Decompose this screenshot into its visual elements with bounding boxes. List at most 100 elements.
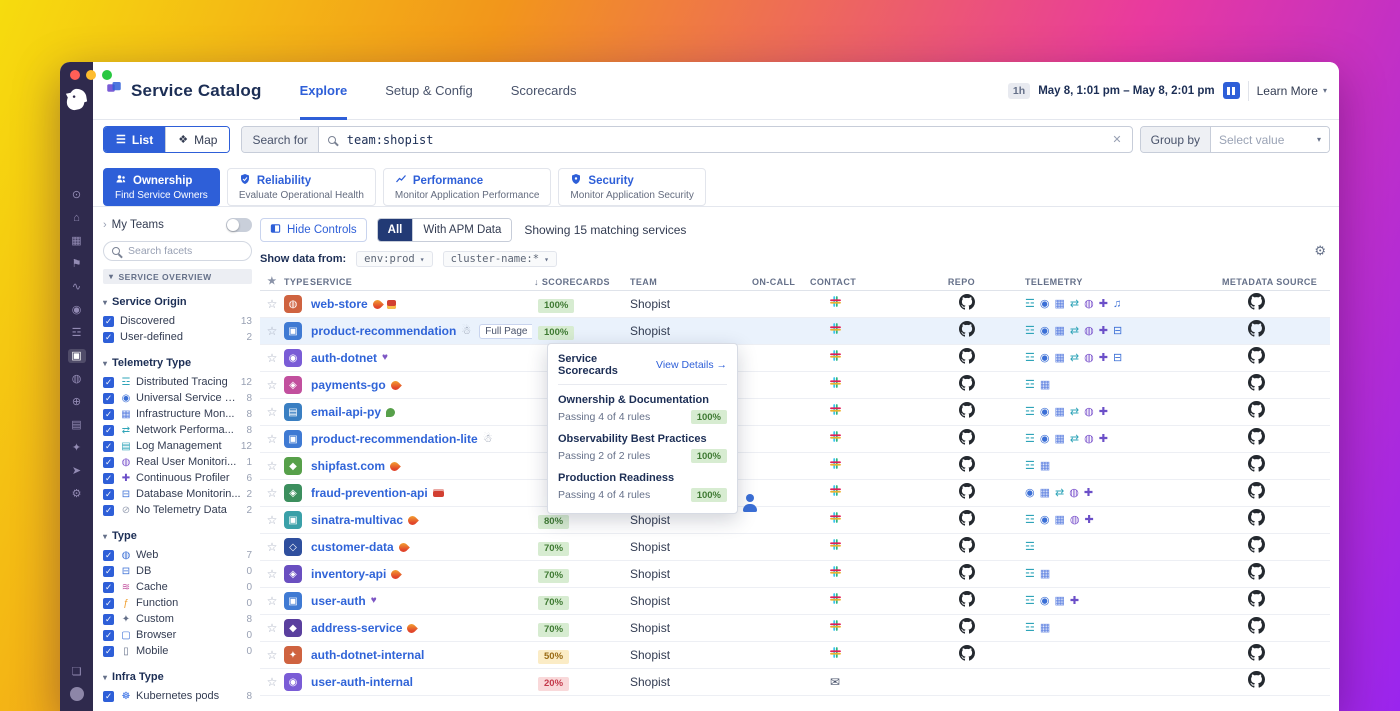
- profiling-telemetry-icon[interactable]: ✚: [1099, 298, 1108, 310]
- favorite-column-icon[interactable]: ★: [260, 276, 284, 287]
- checkbox-checked[interactable]: ✓: [103, 392, 114, 404]
- github-metadata-icon[interactable]: [1248, 482, 1265, 504]
- time-range-badge[interactable]: 1h: [1007, 82, 1031, 99]
- github-metadata-icon[interactable]: [1248, 617, 1265, 639]
- service-link[interactable]: user-auth-internal: [311, 675, 413, 689]
- service-link[interactable]: address-service: [311, 621, 402, 635]
- table-row-web-store[interactable]: ☆ ◍ web-store 100% Shopist ☲ ◉ ▦ ⇄ ◍ ✚ ♫: [260, 291, 1330, 318]
- table-row-customer-data[interactable]: ☆ ◇ customer-data 70% Shopist ☲: [260, 534, 1330, 561]
- metrics-icon[interactable]: ∿: [68, 280, 86, 294]
- checkbox-checked[interactable]: ✓: [103, 331, 114, 343]
- pause-button[interactable]: [1222, 82, 1240, 99]
- favorite-star-icon[interactable]: ☆: [260, 594, 284, 608]
- tracing-telemetry-icon[interactable]: ☲: [1025, 595, 1035, 607]
- favorite-star-icon[interactable]: ☆: [260, 486, 284, 500]
- data-filter-pill[interactable]: env:prod ▾: [356, 251, 433, 267]
- profiling-telemetry-icon[interactable]: ✚: [1099, 433, 1108, 445]
- checkbox-checked[interactable]: ✓: [103, 549, 114, 561]
- checkbox-checked[interactable]: ✓: [103, 315, 114, 327]
- favorite-star-icon[interactable]: ☆: [260, 324, 284, 338]
- rum-telemetry-icon[interactable]: ◍: [1084, 325, 1094, 337]
- facet-search-input[interactable]: [126, 244, 243, 258]
- table-row-product-recommendation-lite[interactable]: ☆ ▣ product-recommendation-lite ☃ ☲ ◉ ▦ ⇄ ◍ ✚: [260, 426, 1330, 453]
- infra-telemetry-icon[interactable]: ▦: [1054, 298, 1064, 310]
- checkbox-checked[interactable]: ✓: [103, 613, 114, 625]
- col-repo[interactable]: REPO: [870, 277, 975, 287]
- github-repo-icon[interactable]: [959, 563, 975, 585]
- facet-item[interactable]: ✓ ▦ Infrastructure Mon... 8: [103, 406, 252, 422]
- scorecard-badge[interactable]: 20%: [538, 676, 570, 691]
- tab-scorecards[interactable]: Scorecards: [511, 62, 577, 120]
- search-icon[interactable]: ⊙: [68, 188, 86, 202]
- favorite-star-icon[interactable]: ☆: [260, 621, 284, 635]
- facet-item[interactable]: ✓ ✚ Continuous Profiler 6: [103, 470, 252, 486]
- github-metadata-icon[interactable]: [1248, 536, 1265, 558]
- chat-icon[interactable]: ❏: [68, 665, 86, 679]
- infra-telemetry-icon[interactable]: ▦: [1054, 325, 1064, 337]
- database-telemetry-icon[interactable]: ⊟: [1113, 352, 1122, 364]
- security-icon[interactable]: ✦: [68, 441, 86, 455]
- checkbox-checked[interactable]: ✓: [103, 504, 114, 516]
- checkbox-checked[interactable]: ✓: [103, 645, 114, 657]
- infra-telemetry-icon[interactable]: ▦: [1040, 622, 1050, 634]
- usm-telemetry-icon[interactable]: ◉: [1040, 514, 1050, 526]
- facet-group-header[interactable]: ▾ Telemetry Type: [103, 357, 252, 369]
- scorecard-badge[interactable]: 100%: [538, 298, 575, 313]
- time-range-label[interactable]: May 8, 1:01 pm – May 8, 2:01 pm: [1038, 85, 1214, 97]
- tracing-telemetry-icon[interactable]: ☲: [1025, 379, 1035, 391]
- scorecard-badge[interactable]: 70%: [538, 622, 570, 637]
- slack-icon[interactable]: [829, 376, 842, 394]
- favorite-star-icon[interactable]: ☆: [260, 351, 284, 365]
- facet-item[interactable]: ✓ ◍ Real User Monitori... 1: [103, 454, 252, 470]
- slack-icon[interactable]: [829, 538, 842, 556]
- slack-icon[interactable]: [829, 403, 842, 421]
- slack-icon[interactable]: [829, 295, 842, 313]
- checkbox-checked[interactable]: ✓: [103, 424, 114, 436]
- tracing-telemetry-icon[interactable]: ☲: [1025, 433, 1035, 445]
- slack-icon[interactable]: [829, 349, 842, 367]
- map-view-button[interactable]: ❖ Map: [165, 127, 230, 152]
- filter-card-performance[interactable]: Performance Monitor Application Performan…: [382, 168, 552, 206]
- scorecard-badge[interactable]: 70%: [538, 541, 570, 556]
- clear-search-icon[interactable]: ✕: [1112, 133, 1121, 146]
- service-link[interactable]: auth-dotnet-internal: [311, 648, 424, 662]
- facet-item[interactable]: ✓ ⊟ DB 0: [103, 563, 252, 579]
- usm-telemetry-icon[interactable]: ◉: [1040, 325, 1050, 337]
- slack-icon[interactable]: [829, 430, 842, 448]
- table-row-email-api-py[interactable]: ☆ ▤ email-api-py ☲ ◉ ▦ ⇄ ◍ ✚: [260, 399, 1330, 426]
- col-scorecards[interactable]: ↓ SCORECARDS: [532, 277, 620, 287]
- network-telemetry-icon[interactable]: ⇄: [1055, 487, 1064, 499]
- monitors-icon[interactable]: ⚑: [68, 257, 86, 271]
- github-repo-icon[interactable]: [959, 347, 975, 369]
- filter-card-security[interactable]: Security Monitor Application Security: [558, 168, 706, 206]
- database-telemetry-icon[interactable]: ⊟: [1113, 325, 1122, 337]
- table-row-payments-go[interactable]: ☆ ◈ payments-go ☲ ▦: [260, 372, 1330, 399]
- filter-card-ownership[interactable]: Ownership Find Service Owners: [103, 168, 220, 206]
- github-metadata-icon[interactable]: [1248, 293, 1265, 315]
- checkbox-checked[interactable]: ✓: [103, 690, 114, 702]
- col-type[interactable]: TYPE: [284, 277, 310, 287]
- network-telemetry-icon[interactable]: ⇄: [1070, 433, 1079, 445]
- col-oncall[interactable]: ON-CALL: [740, 277, 800, 287]
- github-metadata-icon[interactable]: [1248, 455, 1265, 477]
- rum-telemetry-icon[interactable]: ◍: [1084, 433, 1094, 445]
- service-link[interactable]: payments-go: [311, 378, 386, 392]
- service-link[interactable]: auth-dotnet: [311, 351, 377, 365]
- github-repo-icon[interactable]: [959, 482, 975, 504]
- table-row-user-auth-internal[interactable]: ☆ ◉ user-auth-internal 20% Shopist ✉: [260, 669, 1330, 696]
- github-metadata-icon[interactable]: [1248, 671, 1265, 693]
- profiling-telemetry-icon[interactable]: ✚: [1084, 487, 1093, 499]
- table-row-sinatra-multivac[interactable]: ☆ ▣ sinatra-multivac 80% Shopist ☲ ◉ ▦ ◍ ✚: [260, 507, 1330, 534]
- facet-item[interactable]: ✓ ⇄ Network Performa... 8: [103, 422, 252, 438]
- facet-item[interactable]: ✓ ▯ Mobile 0: [103, 643, 252, 659]
- col-contact[interactable]: CONTACT: [800, 277, 870, 287]
- github-repo-icon[interactable]: [959, 536, 975, 558]
- service-link[interactable]: customer-data: [311, 540, 394, 554]
- table-row-product-recommendation[interactable]: ☆▣ product-recommendation ☃ Full Page❏ 100% S…: [260, 318, 1330, 345]
- facet-group-header[interactable]: ▾ Service Origin: [103, 296, 252, 308]
- table-row-inventory-api[interactable]: ☆ ◈ inventory-api 70% Shopist ☲ ▦: [260, 561, 1330, 588]
- rum-telemetry-icon[interactable]: ◍: [1069, 487, 1079, 499]
- filter-card-reliability[interactable]: Reliability Evaluate Operational Health: [226, 168, 376, 206]
- facet-item[interactable]: ✓ User-defined 2: [103, 329, 252, 345]
- favorite-star-icon[interactable]: ☆: [260, 459, 284, 473]
